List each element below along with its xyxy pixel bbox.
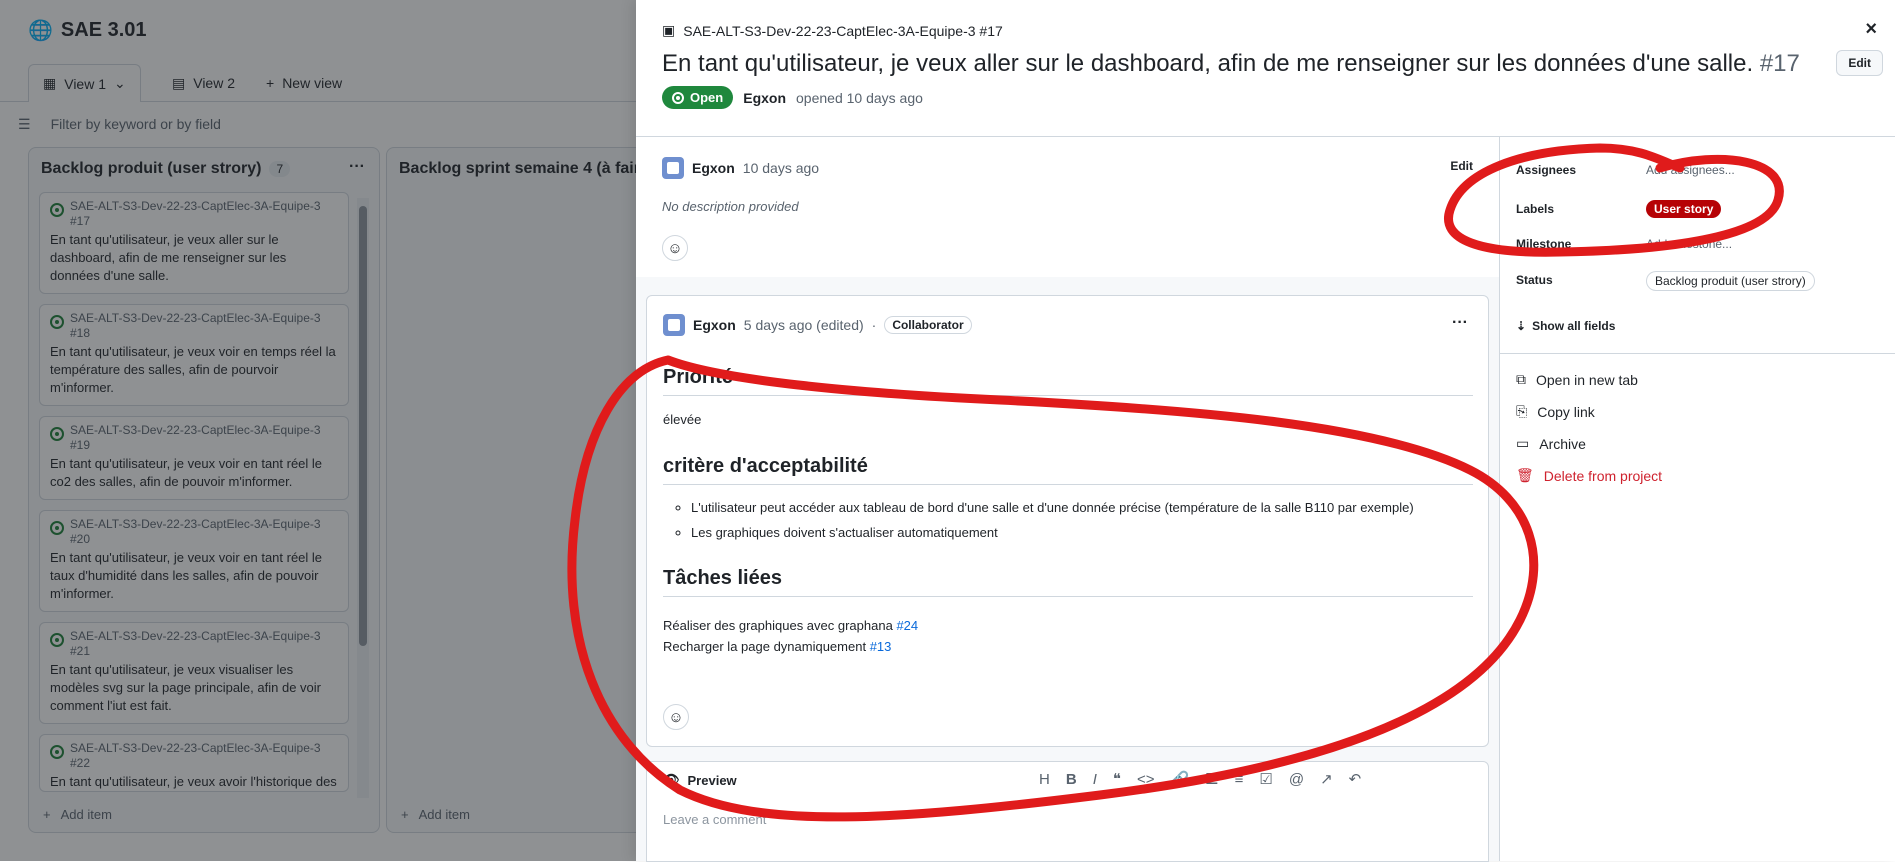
divider (1500, 353, 1895, 354)
author-link[interactable]: Egxon (693, 317, 736, 333)
repo-icon: ▣ (662, 22, 676, 38)
preview-tab[interactable]: 👁 Preview (663, 772, 737, 788)
comment-body: Priorité élevée critère d'acceptabilité … (663, 366, 1473, 657)
issue-link[interactable]: #24 (896, 618, 918, 633)
issue-fields-sidebar: Assignees Add assignees... Labels User s… (1499, 136, 1895, 861)
list-item: L'utilisateur peut accéder aux tableau d… (691, 495, 1473, 520)
undo-icon[interactable]: ↶ (1349, 770, 1362, 788)
quote-icon[interactable]: ❝ (1113, 770, 1121, 788)
criteria-list: L'utilisateur peut accéder aux tableau d… (663, 495, 1473, 545)
comment-menu-icon[interactable]: ··· (1452, 314, 1468, 332)
field-labels[interactable]: Labels User story (1516, 200, 1722, 218)
avatar[interactable] (662, 157, 684, 179)
edit-title-button[interactable]: Edit (1836, 50, 1883, 76)
cross-reference-icon[interactable]: ↗ (1320, 770, 1333, 788)
copy-link-button[interactable]: ⎘ Copy link (1516, 403, 1595, 420)
role-badge: Collaborator (884, 316, 972, 334)
avatar[interactable] (663, 314, 685, 336)
close-icon[interactable]: × (1865, 18, 1877, 41)
task-line: Réaliser des graphiques avec graphana #2… (663, 618, 919, 633)
comment-input[interactable]: Leave a comment (663, 812, 766, 827)
label-badge[interactable]: User story (1646, 200, 1722, 218)
trash-icon: 🗑 (1516, 467, 1534, 483)
copy-icon: ⎘ (1516, 403, 1528, 419)
open-issue-icon (672, 91, 684, 104)
archive-button[interactable]: ▭ Archive (1516, 435, 1586, 452)
field-status[interactable]: Status Backlog produit (user strory) (1516, 271, 1815, 291)
heading-tasks: Tâches liées (663, 567, 1473, 597)
repo-reference[interactable]: ▣ SAE-ALT-S3-Dev-22-23-CaptElec-3A-Equip… (662, 22, 1003, 39)
status-badge: Open (662, 86, 734, 109)
heading-priority: Priorité (663, 366, 1473, 396)
comment: Egxon 5 days ago (edited) · Collaborator… (646, 295, 1489, 747)
bold-icon[interactable]: B (1066, 771, 1077, 788)
author-link[interactable]: Egxon (743, 90, 786, 106)
archive-icon: ▭ (1516, 435, 1530, 451)
external-link-icon: ⧉ (1516, 371, 1526, 387)
link-icon[interactable]: 🔗 (1170, 770, 1189, 788)
status-select[interactable]: Backlog produit (user strory) (1646, 271, 1815, 291)
issue-meta: Open Egxon opened 10 days ago (662, 86, 923, 109)
code-icon[interactable]: <> (1137, 771, 1155, 788)
fields-icon: ⇣ (1516, 319, 1527, 333)
author-link[interactable]: Egxon (692, 160, 735, 176)
list-item: Les graphiques doivent s'actualiser auto… (691, 520, 1473, 545)
task-line: Recharger la page dynamiquement #13 (663, 639, 892, 654)
issue-description: Egxon 10 days ago Edit No description pr… (636, 137, 1499, 277)
open-in-new-tab-button[interactable]: ⧉ Open in new tab (1516, 371, 1638, 388)
heading-icon[interactable]: H (1039, 771, 1050, 788)
delete-from-project-button[interactable]: 🗑 Delete from project (1516, 467, 1662, 484)
description-text: No description provided (662, 199, 799, 214)
field-milestone[interactable]: Milestone Add milestone... (1516, 237, 1732, 251)
markdown-toolbar: H B I ❝ <> 🔗 ☰ ≡ ☑ @ ↗ ↶ (1039, 770, 1362, 789)
emoji-reaction-icon[interactable]: ☺ (662, 235, 688, 261)
numbered-list-icon[interactable]: ≡ (1235, 771, 1244, 788)
emoji-reaction-icon[interactable]: ☺ (663, 704, 689, 730)
field-assignees[interactable]: Assignees Add assignees... (1516, 163, 1735, 177)
priority-value: élevée (663, 412, 702, 427)
italic-icon[interactable]: I (1093, 771, 1097, 788)
eye-icon: 👁 (663, 772, 680, 787)
heading-criteria: critère d'acceptabilité (663, 455, 1473, 485)
bulleted-list-icon[interactable]: ☰ (1205, 770, 1218, 788)
issue-side-panel: ▣ SAE-ALT-S3-Dev-22-23-CaptElec-3A-Equip… (636, 0, 1895, 862)
issue-link[interactable]: #13 (870, 639, 892, 654)
issue-body: Egxon 10 days ago Edit No description pr… (636, 136, 1499, 862)
issue-title: En tant qu'utilisateur, je veux aller su… (662, 50, 1800, 77)
show-all-fields-button[interactable]: ⇣ Show all fields (1516, 319, 1615, 333)
mention-icon[interactable]: @ (1289, 771, 1304, 788)
task-list-icon[interactable]: ☑ (1259, 770, 1272, 788)
edit-description-button[interactable]: Edit (1450, 159, 1473, 173)
comment-composer: 👁 Preview H B I ❝ <> 🔗 ☰ ≡ ☑ @ ↗ ↶ Leave… (646, 761, 1489, 862)
